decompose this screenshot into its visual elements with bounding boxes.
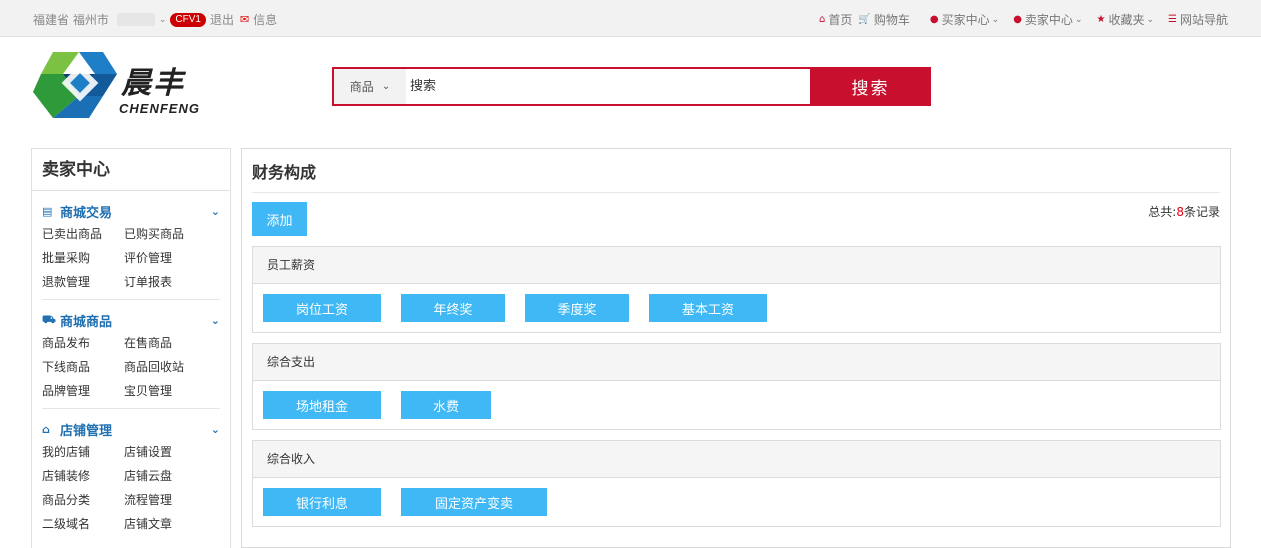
username-redacted[interactable] bbox=[116, 13, 155, 26]
section-title: 综合收入 bbox=[253, 441, 1220, 478]
sidebar-link[interactable]: 品牌管理 bbox=[42, 382, 124, 400]
sidebar-link[interactable]: 已购买商品 bbox=[124, 225, 206, 243]
level-badge: CFV1 bbox=[170, 12, 206, 27]
nav-home[interactable]: ⌂ 首页 bbox=[819, 11, 852, 28]
nav-label: 首页 bbox=[828, 13, 853, 27]
record-count: 总共:8条记录 bbox=[1148, 203, 1220, 220]
sidebar-group-title: 商城交易 bbox=[60, 205, 113, 221]
total-suffix: 条记录 bbox=[1183, 205, 1220, 219]
nav-label: 网站导航 bbox=[1179, 13, 1228, 27]
top-bar-left: 福建省 福州市 ⌄ CFV1 退出 ✉ 信息 bbox=[33, 11, 281, 28]
logo-mark-icon bbox=[33, 52, 117, 118]
top-bar: 福建省 福州市 ⌄ CFV1 退出 ✉ 信息 ⌂ 首页 🛒 购物车 ● 买家中心… bbox=[0, 0, 1261, 37]
chevron-down-icon: ⌄ bbox=[1146, 14, 1155, 25]
finance-item-tag[interactable]: 固定资产变卖 bbox=[401, 488, 547, 516]
search-button[interactable]: 搜索 bbox=[810, 67, 931, 106]
section-title: 综合支出 bbox=[253, 344, 1220, 381]
user-icon: ● bbox=[1013, 14, 1022, 25]
sidebar-link[interactable]: 退款管理 bbox=[42, 273, 124, 291]
section-expense: 综合支出 场地租金 水费 bbox=[252, 343, 1221, 430]
finance-item-tag[interactable]: 季度奖 bbox=[525, 294, 629, 322]
sidebar-link[interactable]: 已卖出商品 bbox=[42, 225, 124, 243]
section-salary: 员工薪资 岗位工资 年终奖 季度奖 基本工资 bbox=[252, 246, 1221, 333]
nav-favorites[interactable]: ★ 收藏夹 ⌄ bbox=[1096, 11, 1154, 28]
nav-site-map[interactable]: ☰ 网站导航 bbox=[1168, 11, 1228, 28]
sidebar-link[interactable]: 我的店铺 bbox=[42, 443, 124, 461]
sidebar-group-header[interactable]: ⌂ 店铺管理 ⌄ bbox=[42, 421, 220, 439]
sidebar-link[interactable]: 商品分类 bbox=[42, 491, 124, 509]
site-logo[interactable]: 晨丰 CHENFENG bbox=[33, 48, 233, 124]
sidebar-group-goods: ⛟ 商城商品 ⌄ 商品发布 在售商品 下线商品 商品回收站 品牌管理 宝贝管理 bbox=[42, 300, 220, 409]
sidebar-link[interactable]: 评价管理 bbox=[124, 249, 206, 267]
chevron-down-icon[interactable]: ⌄ bbox=[211, 423, 220, 436]
total-count: 8 bbox=[1176, 205, 1184, 219]
sidebar-link[interactable]: 宝贝管理 bbox=[124, 382, 206, 400]
seller-sidebar: 卖家中心 ▤ 商城交易 ⌄ 已卖出商品 已购买商品 批量采购 评价管理 退款管理… bbox=[31, 148, 231, 548]
finance-panel: 财务构成 添加 总共:8条记录 员工薪资 岗位工资 年终奖 季度奖 基本工资 综… bbox=[241, 148, 1231, 548]
search-bar: 商品 ⌄ 搜索 bbox=[332, 67, 931, 106]
sidebar-link[interactable]: 店铺云盘 bbox=[124, 467, 206, 485]
section-title: 员工薪资 bbox=[253, 247, 1220, 284]
sidebar-group-header[interactable]: ▤ 商城交易 ⌄ bbox=[42, 203, 220, 221]
message-link[interactable]: 信息 bbox=[253, 11, 277, 28]
sidebar-group-header[interactable]: ⛟ 商城商品 ⌄ bbox=[42, 312, 220, 330]
finance-item-tag[interactable]: 基本工资 bbox=[649, 294, 767, 322]
total-prefix: 总共: bbox=[1148, 205, 1177, 219]
logo-text-en: CHENFENG bbox=[119, 101, 200, 116]
list-icon: ☰ bbox=[1168, 14, 1177, 25]
sidebar-group-title: 商城商品 bbox=[60, 314, 113, 330]
sidebar-link[interactable]: 店铺设置 bbox=[124, 443, 206, 461]
finance-item-tag[interactable]: 年终奖 bbox=[401, 294, 505, 322]
sidebar-link[interactable]: 二级域名 bbox=[42, 515, 124, 533]
truck-icon: ⛟ bbox=[42, 312, 56, 326]
finance-item-tag[interactable]: 岗位工资 bbox=[263, 294, 381, 322]
search-input[interactable] bbox=[406, 69, 810, 104]
logo-text-cn: 晨丰 bbox=[121, 66, 185, 101]
chevron-down-icon: ⌄ bbox=[1074, 14, 1083, 25]
sidebar-link[interactable]: 流程管理 bbox=[124, 491, 206, 509]
chevron-down-icon: ⌄ bbox=[991, 14, 1000, 25]
search-category-select[interactable]: 商品 ⌄ bbox=[334, 69, 406, 104]
sidebar-group-shop: ⌂ 店铺管理 ⌄ 我的店铺 店铺设置 店铺装修 店铺云盘 商品分类 流程管理 二… bbox=[42, 409, 220, 541]
nav-buyer-center[interactable]: ● 买家中心 ⌄ bbox=[930, 11, 999, 28]
user-icon: ● bbox=[929, 14, 939, 25]
chevron-down-icon[interactable]: ⌄ bbox=[211, 314, 220, 327]
sidebar-link[interactable]: 店铺装修 bbox=[42, 467, 124, 485]
finance-item-tag[interactable]: 银行利息 bbox=[263, 488, 381, 516]
chevron-down-icon: ⌄ bbox=[381, 81, 391, 92]
finance-item-tag[interactable]: 场地租金 bbox=[263, 391, 381, 419]
sidebar-link[interactable]: 店铺文章 bbox=[124, 515, 206, 533]
finance-item-tag[interactable]: 水费 bbox=[401, 391, 491, 419]
nav-label: 卖家中心 bbox=[1024, 13, 1073, 27]
sidebar-link[interactable]: 订单报表 bbox=[124, 273, 206, 291]
chevron-down-icon[interactable]: ⌄ bbox=[211, 205, 220, 218]
card-icon: ▤ bbox=[42, 204, 53, 218]
logout-link[interactable]: 退出 bbox=[210, 11, 234, 28]
nav-label: 收藏夹 bbox=[1108, 13, 1145, 27]
add-button[interactable]: 添加 bbox=[252, 202, 307, 236]
star-icon: ★ bbox=[1096, 14, 1106, 25]
sidebar-group-title: 店铺管理 bbox=[60, 423, 113, 439]
section-income: 综合收入 银行利息 固定资产变卖 bbox=[252, 440, 1221, 527]
sidebar-link[interactable]: 商品回收站 bbox=[124, 358, 206, 376]
mail-icon[interactable]: ✉ bbox=[240, 13, 249, 26]
sidebar-group-trade: ▤ 商城交易 ⌄ 已卖出商品 已购买商品 批量采购 评价管理 退款管理 订单报表 bbox=[42, 191, 220, 300]
nav-label: 买家中心 bbox=[941, 13, 990, 27]
chevron-down-icon[interactable]: ⌄ bbox=[159, 15, 167, 25]
sidebar-link[interactable]: 在售商品 bbox=[124, 334, 206, 352]
cart-icon: 🛒 bbox=[858, 14, 871, 25]
search-category-label: 商品 bbox=[349, 80, 374, 94]
nav-label: 购物车 bbox=[873, 13, 910, 27]
page-title: 财务构成 bbox=[252, 149, 1220, 193]
sidebar-link[interactable]: 批量采购 bbox=[42, 249, 124, 267]
top-nav: ⌂ 首页 🛒 购物车 ● 买家中心 ⌄ ● 卖家中心 ⌄ ★ 收藏夹 ⌄ ☰ 网… bbox=[805, 11, 1228, 28]
nav-seller-center[interactable]: ● 卖家中心 ⌄ bbox=[1013, 11, 1082, 28]
sidebar-link[interactable]: 商品发布 bbox=[42, 334, 124, 352]
nav-cart[interactable]: 🛒 购物车 bbox=[858, 11, 909, 28]
sidebar-title: 卖家中心 bbox=[32, 149, 230, 191]
home-icon: ⌂ bbox=[42, 422, 50, 436]
sidebar-link[interactable]: 下线商品 bbox=[42, 358, 124, 376]
location-text: 福建省 福州市 bbox=[33, 13, 109, 27]
home-icon: ⌂ bbox=[819, 14, 826, 25]
